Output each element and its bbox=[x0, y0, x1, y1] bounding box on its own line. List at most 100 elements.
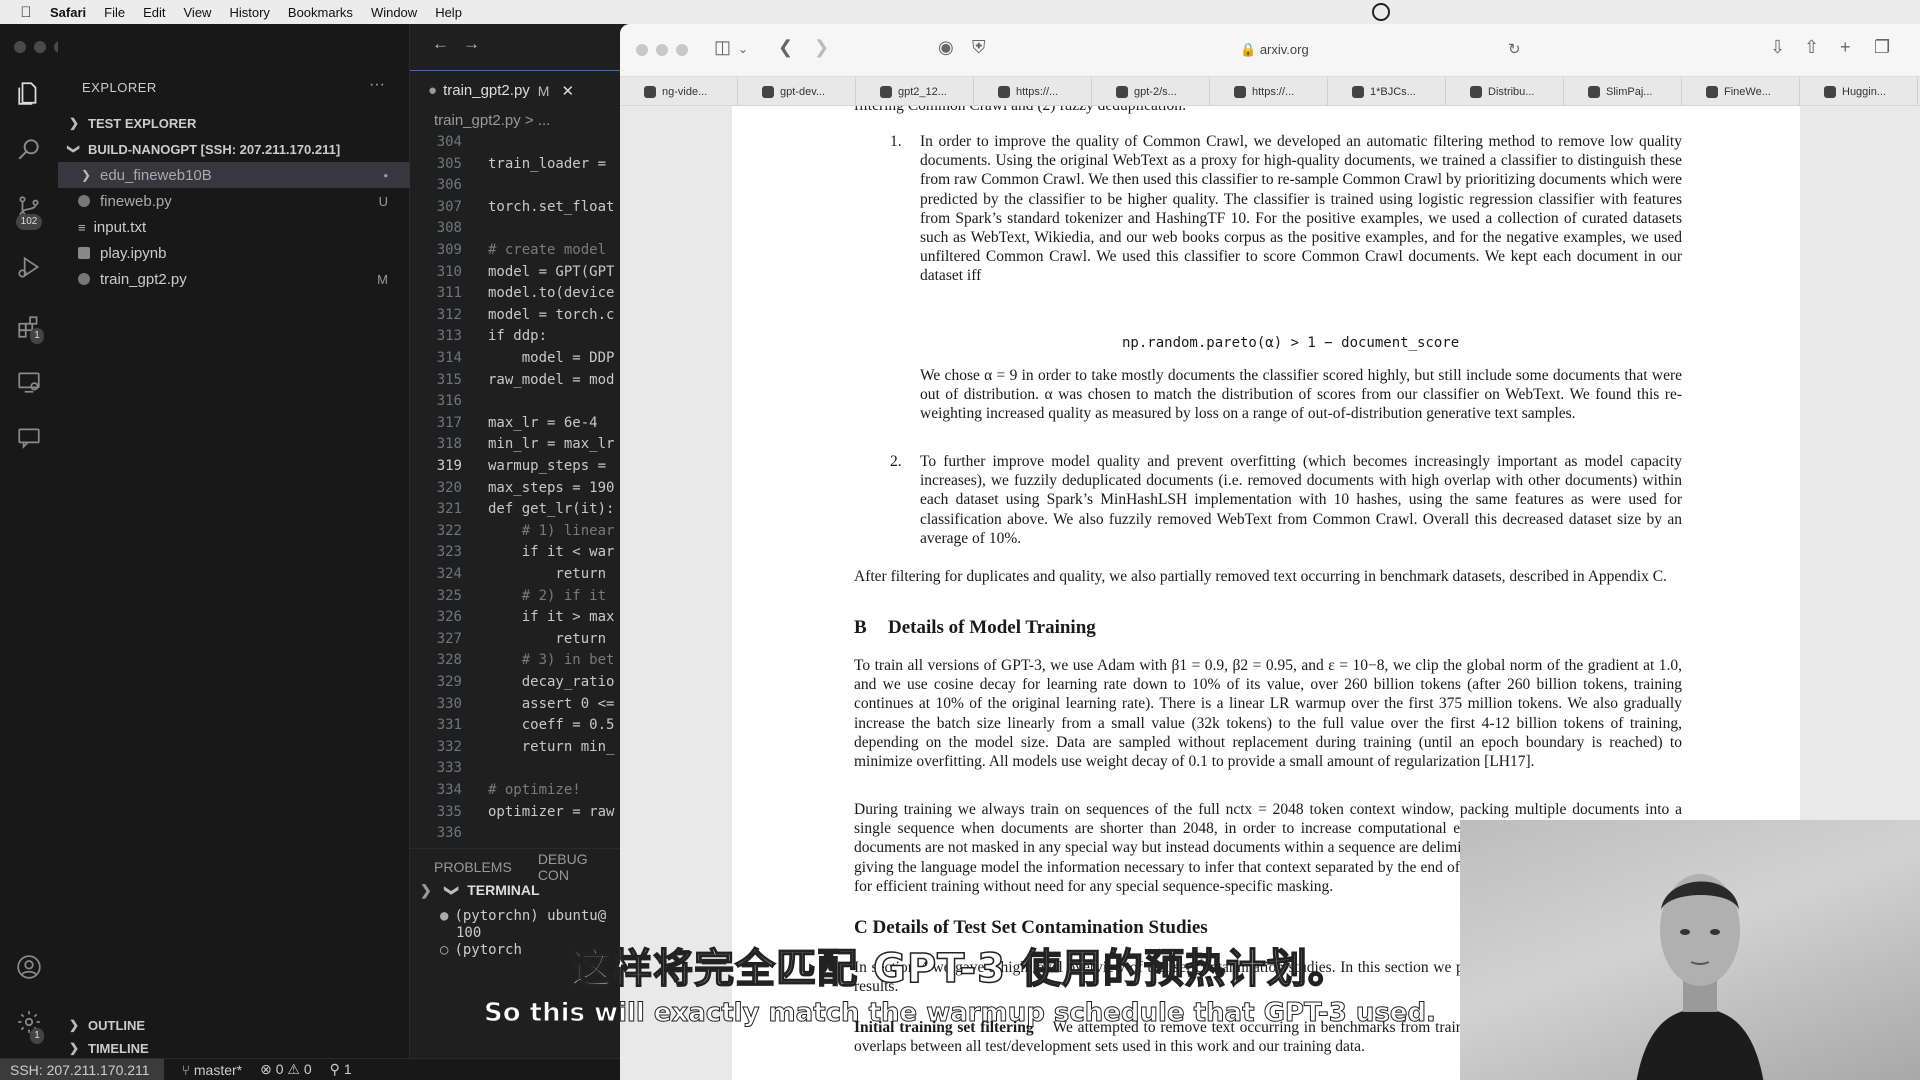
explorer-icon[interactable] bbox=[14, 80, 44, 110]
tab-overview-icon[interactable]: ❐ bbox=[1874, 37, 1890, 58]
more-actions-icon[interactable]: ··· bbox=[369, 76, 385, 94]
code-line[interactable]: 316 bbox=[410, 391, 610, 413]
branch-indicator[interactable]: ⑂ master* bbox=[182, 1062, 243, 1078]
code-line[interactable]: 312 model = torch.c bbox=[410, 305, 615, 327]
code-line[interactable]: 308 bbox=[410, 218, 610, 240]
code-line[interactable]: 326 if it > max bbox=[410, 607, 615, 629]
timeline-label: TIMELINE bbox=[88, 1040, 149, 1056]
close-tab-icon[interactable]: ✕ bbox=[561, 82, 574, 100]
code-editor[interactable]: 304 305 train_loader = 306 307 torch.set_flo… bbox=[410, 132, 620, 848]
tab-debug-console[interactable]: DEBUG CON bbox=[538, 851, 620, 883]
code-line[interactable]: 313 if ddp: bbox=[410, 326, 610, 348]
code-line[interactable]: 325 # 2) if it bbox=[410, 586, 610, 608]
menu-window[interactable]: Window bbox=[371, 5, 417, 20]
code-line[interactable]: 305 train_loader = bbox=[410, 154, 610, 176]
file-tree-item[interactable]: train_gpt2.py M bbox=[58, 266, 410, 292]
test-explorer-section[interactable]: ❯ TEST EXPLORER bbox=[58, 110, 410, 136]
code-line[interactable]: 317 max_lr = 6e-4 bbox=[410, 413, 610, 435]
code-line[interactable]: 324 return bbox=[410, 564, 610, 586]
browser-tab[interactable]: gpt-dev... bbox=[738, 77, 856, 107]
code-line[interactable]: 311 model.to(device bbox=[410, 283, 615, 305]
code-line[interactable]: 333 bbox=[410, 758, 610, 780]
code-line[interactable]: 309 # create model bbox=[410, 240, 610, 262]
tab-problems[interactable]: PROBLEMS bbox=[434, 859, 512, 875]
code-line[interactable]: 318 min_lr = max_lr bbox=[410, 434, 615, 456]
shield-icon[interactable]: ⛨ bbox=[972, 37, 986, 58]
code-line[interactable]: 334 # optimize! bbox=[410, 780, 610, 802]
browser-tab[interactable]: Distribu... bbox=[1446, 77, 1564, 107]
menu-view[interactable]: View bbox=[184, 5, 212, 20]
browser-tab[interactable]: SlimPaj... bbox=[1564, 77, 1682, 107]
code-line[interactable]: 332 return min_ bbox=[410, 737, 615, 759]
menu-app[interactable]: Safari bbox=[50, 5, 86, 20]
share-icon[interactable]: ⇧ bbox=[1804, 37, 1819, 58]
forward-icon[interactable]: ❯ bbox=[814, 37, 829, 58]
privacy-report-icon[interactable]: ◉ bbox=[938, 37, 954, 58]
remote-explorer-icon[interactable] bbox=[14, 369, 44, 399]
browser-tab[interactable]: Huggin... bbox=[1800, 77, 1918, 107]
file-tree-item[interactable]: ≡ input.txt bbox=[58, 214, 410, 240]
menu-edit[interactable]: Edit bbox=[143, 5, 165, 20]
ports-indicator[interactable]: ⚲ 1 bbox=[330, 1061, 352, 1078]
code-line[interactable]: 310 model = GPT(GPT bbox=[410, 262, 615, 284]
run-debug-icon[interactable] bbox=[14, 254, 44, 284]
problems-indicator[interactable]: ⊗ 0 ⚠ 0 bbox=[260, 1061, 312, 1078]
code-line[interactable]: 315 raw_model = mod bbox=[410, 370, 615, 392]
code-line[interactable]: 335 optimizer = raw bbox=[410, 802, 615, 824]
minimize-window-button[interactable] bbox=[656, 44, 668, 56]
favicon-icon bbox=[1352, 86, 1364, 98]
back-icon[interactable]: ❮ bbox=[778, 37, 793, 58]
menu-bookmarks[interactable]: Bookmarks bbox=[288, 5, 353, 20]
remote-indicator[interactable]: SSH: 207.211.170.211 bbox=[0, 1058, 164, 1080]
downloads-icon[interactable]: ⇩ bbox=[1770, 37, 1785, 58]
zoom-window-button[interactable] bbox=[676, 44, 688, 56]
code-line[interactable]: 307 torch.set_float bbox=[410, 197, 615, 219]
chat-icon[interactable] bbox=[14, 424, 44, 454]
file-tree-item[interactable]: play.ipynb bbox=[58, 240, 410, 266]
code-line[interactable]: 319 warmup_steps = bbox=[410, 456, 610, 478]
line-number: 335 bbox=[436, 803, 462, 820]
code-line[interactable]: 323 if it < war bbox=[410, 542, 615, 564]
browser-tab[interactable]: FineWe... bbox=[1682, 77, 1800, 107]
code-line[interactable]: 306 bbox=[410, 175, 610, 197]
code-line[interactable]: 336 bbox=[410, 823, 610, 845]
reload-icon[interactable]: ↻ bbox=[1508, 40, 1521, 58]
sidebar-toggle-icon[interactable]: ◫ bbox=[714, 37, 731, 58]
editor-tab[interactable]: ● train_gpt2.py M ✕ bbox=[410, 70, 620, 110]
close-window-button[interactable] bbox=[636, 44, 648, 56]
code-line[interactable]: 320 max_steps = 190 bbox=[410, 478, 615, 500]
address-bar[interactable]: 🔒 arxiv.org bbox=[1240, 42, 1309, 58]
browser-tab[interactable]: gpt-2/s... bbox=[1092, 77, 1210, 107]
menu-help[interactable]: Help bbox=[435, 5, 462, 20]
project-section[interactable]: ❯ BUILD-NANOGPT [SSH: 207.211.170.211] bbox=[58, 136, 410, 162]
menu-history[interactable]: History bbox=[229, 5, 269, 20]
browser-tab[interactable]: 1*BJCs... bbox=[1328, 77, 1446, 107]
status-circle-icon[interactable] bbox=[1372, 3, 1390, 21]
code-line[interactable]: 328 # 3) in bet bbox=[410, 650, 615, 672]
new-tab-icon[interactable]: + bbox=[1840, 37, 1851, 58]
search-icon[interactable] bbox=[14, 136, 44, 166]
browser-tab[interactable]: ng-vide... bbox=[620, 77, 738, 107]
file-tree-item[interactable]: fineweb.py U bbox=[58, 188, 410, 214]
editor-nav-arrows[interactable]: ←→ bbox=[432, 34, 494, 54]
code-line[interactable]: 321 def get_lr(it): bbox=[410, 499, 615, 521]
chevron-down-icon[interactable]: ⌄ bbox=[738, 42, 748, 56]
minimize-window-button[interactable] bbox=[34, 41, 46, 53]
browser-tab[interactable]: gpt2_12... bbox=[856, 77, 974, 107]
breadcrumb[interactable]: train_gpt2.py > ... bbox=[434, 112, 550, 129]
browser-tab[interactable]: https://... bbox=[974, 77, 1092, 107]
code-line[interactable]: 322 # 1) linear bbox=[410, 521, 615, 543]
code-line[interactable]: 329 decay_ratio bbox=[410, 672, 615, 694]
timeline-section[interactable]: ❯ TIMELINE bbox=[58, 1038, 410, 1058]
menu-file[interactable]: File bbox=[104, 5, 125, 20]
browser-tab[interactable]: https://... bbox=[1210, 77, 1328, 107]
code-line[interactable]: 331 coeff = 0.5 bbox=[410, 715, 615, 737]
code-line[interactable]: 314 model = DDP bbox=[410, 348, 615, 370]
code-line[interactable]: 330 assert 0 <= bbox=[410, 694, 615, 716]
code-line[interactable]: 327 return bbox=[410, 629, 610, 651]
apple-icon[interactable]:  bbox=[12, 4, 40, 21]
close-window-button[interactable] bbox=[14, 41, 26, 53]
terminal-header[interactable]: ❯ ❯ TERMINAL bbox=[420, 882, 540, 899]
file-tree-item[interactable]: ❯ edu_fineweb10B • bbox=[58, 162, 410, 188]
code-line[interactable]: 304 bbox=[410, 132, 610, 154]
